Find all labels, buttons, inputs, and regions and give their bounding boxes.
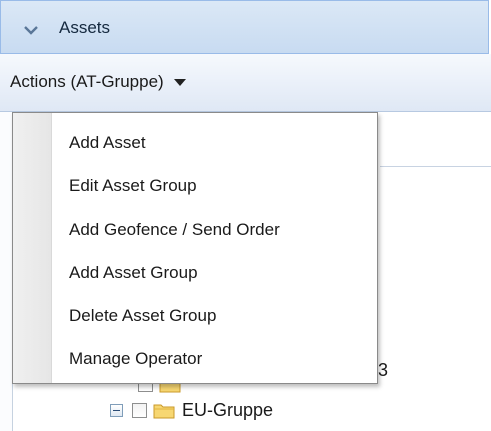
tree-checkbox[interactable] <box>132 402 147 418</box>
menu-item-edit-asset-group[interactable]: Edit Asset Group <box>69 176 197 196</box>
tree-node-eu-gruppe[interactable]: EU-Gruppe <box>110 396 273 424</box>
chevron-down-icon[interactable] <box>23 22 39 38</box>
tree-node-label-partial: 3 <box>378 360 389 380</box>
collapse-minus-icon[interactable] <box>110 403 123 417</box>
assets-panel-header[interactable]: Assets <box>0 0 489 54</box>
menu-item-manage-operator[interactable]: Manage Operator <box>69 349 202 369</box>
menu-icon-gutter <box>13 113 52 383</box>
menu-item-add-asset[interactable]: Add Asset <box>69 133 146 153</box>
tree-filter-strip <box>380 112 491 167</box>
actions-dropdown-button[interactable]: Actions (AT-Gruppe) <box>10 72 186 92</box>
actions-label: Actions (AT-Gruppe) <box>10 72 164 91</box>
panel-title: Assets <box>59 18 111 37</box>
menu-item-delete-asset-group[interactable]: Delete Asset Group <box>69 306 216 326</box>
menu-item-add-geofence-send-order[interactable]: Add Geofence / Send Order <box>69 220 280 240</box>
folder-icon <box>153 404 175 419</box>
tree-node-label: EU-Gruppe <box>182 399 274 420</box>
actions-menu: Add Asset Edit Asset Group Add Geofence … <box>12 112 378 384</box>
menu-item-add-asset-group[interactable]: Add Asset Group <box>69 263 198 283</box>
caret-down-icon <box>173 79 186 87</box>
actions-toolbar: Actions (AT-Gruppe) <box>0 54 491 112</box>
